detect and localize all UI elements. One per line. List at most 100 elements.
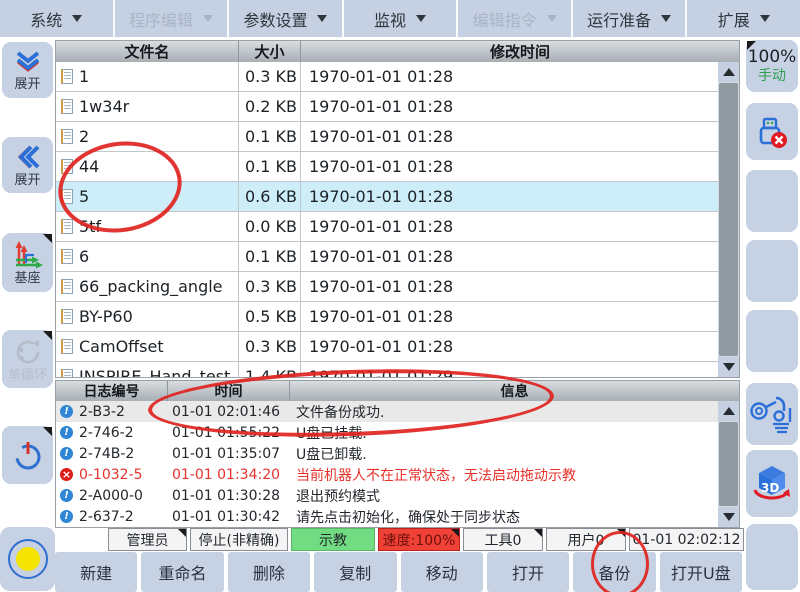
file-time: 1970-01-01 01:28: [301, 332, 719, 361]
file-row[interactable]: INSPIRE_Hand_test 1.4 KB 1970-01-01 01:2…: [56, 362, 719, 378]
speed-mode-button[interactable]: 100% 手动: [746, 40, 798, 92]
side-blank-button-4[interactable]: [746, 524, 798, 590]
scroll-down-button[interactable]: [718, 507, 739, 527]
log-table-header: 日志编号 时间 信息: [56, 381, 739, 401]
open-usb-button[interactable]: 打开U盘: [660, 552, 742, 592]
log-row[interactable]: 2-74B-2 01-01 01:35:07 U盘已卸载.: [56, 443, 719, 464]
file-row[interactable]: 2 0.1 KB 1970-01-01 01:28: [56, 122, 719, 152]
column-log-id: 日志编号: [56, 381, 168, 401]
speed-box[interactable]: 速度:100%: [378, 528, 460, 551]
log-row-error[interactable]: 0-1032-5 01-01 01:34:20 当前机器人不在正常状态，无法启动…: [56, 464, 719, 485]
scroll-down-button[interactable]: [718, 357, 739, 377]
arrow-down-icon: [723, 513, 735, 521]
file-icon: [61, 369, 73, 378]
new-button[interactable]: 新建: [55, 552, 137, 592]
move-button[interactable]: 移动: [401, 552, 483, 592]
scroll-up-button[interactable]: [718, 62, 739, 82]
tool-frame-box[interactable]: 工具0: [463, 528, 543, 551]
log-message: U盘已挂载.: [290, 422, 719, 443]
file-row[interactable]: 44 0.1 KB 1970-01-01 01:28: [56, 152, 719, 182]
log-row[interactable]: 2-637-2 01-01 01:30:42 请先点击初始化，确保处于同步状态: [56, 506, 719, 527]
copy-button[interactable]: 复制: [314, 552, 396, 592]
file-name: 5tf: [79, 217, 101, 236]
log-id: 2-746-2: [79, 425, 134, 441]
speed-percent-value: 100%: [748, 48, 797, 67]
drag-teach-button[interactable]: [746, 383, 798, 445]
scrollbar-thumb[interactable]: [719, 422, 738, 506]
file-size: 0.1 KB: [239, 122, 301, 151]
scrollbar-thumb[interactable]: [719, 83, 738, 356]
file-row[interactable]: 5tf 0.0 KB 1970-01-01 01:28: [56, 212, 719, 242]
teach-mode-box[interactable]: 示教: [291, 528, 375, 551]
file-icon: [61, 159, 73, 174]
delete-button[interactable]: 删除: [228, 552, 310, 592]
file-row[interactable]: 66_packing_angle 0.3 KB 1970-01-01 01:28: [56, 272, 719, 302]
expand-down-button[interactable]: 展开: [2, 42, 53, 98]
log-scrollbar[interactable]: [718, 401, 739, 527]
arrow-up-icon: [723, 407, 735, 415]
clock-box: 01-01 02:02:12: [629, 528, 744, 551]
file-table-header: 文件名 大小 修改时间: [56, 41, 739, 62]
menu-edit-command: 编辑指令: [458, 0, 573, 37]
corner-more-icon: [178, 529, 186, 537]
file-row[interactable]: CamOffset 0.3 KB 1970-01-01 01:28: [56, 332, 719, 362]
backup-button[interactable]: 备份: [573, 552, 655, 592]
view-3d-button[interactable]: 3D: [746, 450, 798, 517]
scroll-up-button[interactable]: [718, 401, 739, 421]
rename-button[interactable]: 重命名: [141, 552, 223, 592]
run-state-box[interactable]: 停止(非精确): [190, 528, 288, 551]
expand-left-button[interactable]: 展开: [2, 137, 53, 193]
user-role-box[interactable]: 管理员: [108, 528, 187, 551]
file-icon: [61, 219, 73, 234]
file-row[interactable]: 1w34r 0.2 KB 1970-01-01 01:28: [56, 92, 719, 122]
file-size: 1.4 KB: [239, 362, 301, 378]
menu-monitor[interactable]: 监视: [344, 0, 459, 37]
file-size: 0.1 KB: [239, 242, 301, 271]
file-row[interactable]: 1 0.3 KB 1970-01-01 01:28: [56, 62, 719, 92]
log-time: 01-01 01:55:22: [168, 422, 290, 443]
power-icon: [11, 438, 45, 472]
base-frame-label: 基座: [14, 272, 40, 285]
log-message: U盘已卸载.: [290, 443, 719, 464]
expand-left-label: 展开: [14, 174, 40, 187]
chevron-down-icon: [760, 15, 770, 22]
single-cycle-button: 单循环: [2, 330, 53, 388]
usb-eject-button[interactable]: [746, 103, 798, 160]
rename-button-label: 重命名: [159, 560, 207, 584]
side-blank-button-2[interactable]: [746, 240, 798, 302]
menu-extend[interactable]: 扩展: [687, 0, 800, 37]
cube-3d-icon: 3D: [750, 462, 794, 506]
file-row-selected[interactable]: 5 0.6 KB 1970-01-01 01:28: [56, 182, 719, 212]
file-name: BY-P60: [79, 307, 133, 326]
log-table: 日志编号 时间 信息 2-B3-2 01-01 02:01:46 文件备份成功.…: [55, 380, 740, 528]
file-time: 1970-01-01 01:28: [301, 62, 719, 91]
menu-parameter-settings-label: 参数设置: [243, 7, 307, 31]
coordinate-axes-icon: [12, 240, 44, 270]
log-row[interactable]: 2-A000-0 01-01 01:30:28 退出预约模式: [56, 485, 719, 506]
corner-more-icon: [617, 529, 625, 537]
run-status-button[interactable]: [0, 527, 55, 591]
column-log-message: 信息: [290, 381, 739, 401]
open-button[interactable]: 打开: [487, 552, 569, 592]
user-frame-box[interactable]: 用户0: [546, 528, 626, 551]
info-icon: [60, 447, 73, 460]
side-blank-button-1[interactable]: [746, 170, 798, 232]
file-row[interactable]: BY-P60 0.5 KB 1970-01-01 01:28: [56, 302, 719, 332]
menu-system[interactable]: 系统: [0, 0, 115, 37]
log-row-selected[interactable]: 2-B3-2 01-01 02:01:46 文件备份成功.: [56, 401, 719, 422]
file-scrollbar[interactable]: [718, 62, 739, 377]
open-usb-button-label: 打开U盘: [671, 560, 731, 584]
move-button-label: 移动: [426, 560, 458, 584]
menu-run-prepare[interactable]: 运行准备: [573, 0, 688, 37]
file-row[interactable]: 6 0.1 KB 1970-01-01 01:28: [56, 242, 719, 272]
log-row[interactable]: 2-746-2 01-01 01:55:22 U盘已挂载.: [56, 422, 719, 443]
delete-button-label: 删除: [253, 560, 285, 584]
power-button[interactable]: [2, 426, 53, 484]
side-blank-button-3[interactable]: [746, 310, 798, 372]
tool-frame-label: 工具0: [485, 530, 522, 550]
menu-parameter-settings[interactable]: 参数设置: [229, 0, 344, 37]
file-table: 文件名 大小 修改时间 1 0.3 KB 1970-01-01 01:28 1w…: [55, 40, 740, 378]
info-icon: [60, 405, 73, 418]
base-frame-button[interactable]: 基座: [2, 233, 53, 292]
file-name: 2: [79, 127, 89, 146]
